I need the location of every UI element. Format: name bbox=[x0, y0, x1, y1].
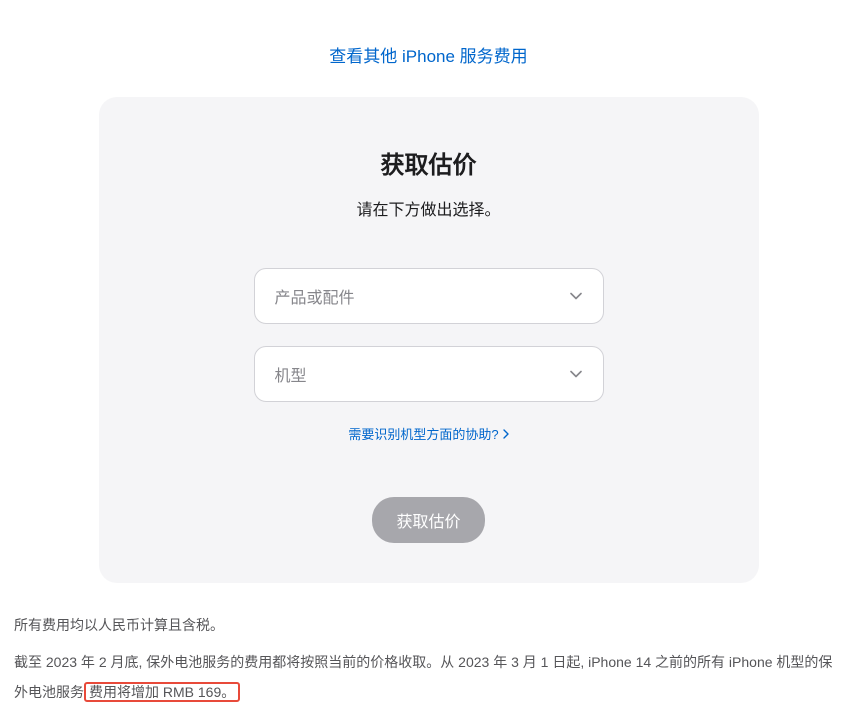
product-select[interactable]: 产品或配件 bbox=[254, 268, 604, 324]
estimate-card: 获取估价 请在下方做出选择。 产品或配件 机型 需要识别机型方面的协助? bbox=[99, 97, 759, 583]
disclaimer-line-2: 截至 2023 年 2 月底, 保外电池服务的费用都将按照当前的价格收取。从 2… bbox=[14, 648, 843, 707]
model-select-placeholder: 机型 bbox=[275, 362, 307, 386]
card-subtitle: 请在下方做出选择。 bbox=[139, 196, 719, 220]
disclaimer-section: 所有费用均以人民币计算且含税。 截至 2023 年 2 月底, 保外电池服务的费… bbox=[10, 611, 847, 707]
top-link-container: 查看其他 iPhone 服务费用 bbox=[10, 0, 847, 97]
card-title: 获取估价 bbox=[139, 145, 719, 180]
product-select-placeholder: 产品或配件 bbox=[275, 284, 355, 308]
price-increase-highlight: 费用将增加 RMB 169。 bbox=[84, 682, 240, 702]
chevron-down-icon bbox=[569, 289, 583, 303]
model-select[interactable]: 机型 bbox=[254, 346, 604, 402]
get-estimate-button[interactable]: 获取估价 bbox=[372, 497, 484, 543]
other-services-link[interactable]: 查看其他 iPhone 服务费用 bbox=[329, 47, 527, 66]
identify-model-help-link[interactable]: 需要识别机型方面的协助? bbox=[348, 424, 508, 443]
disclaimer-line-1: 所有费用均以人民币计算且含税。 bbox=[14, 611, 843, 640]
chevron-down-icon bbox=[569, 367, 583, 381]
model-select-wrapper: 机型 bbox=[254, 346, 604, 402]
chevron-right-icon bbox=[503, 429, 509, 439]
product-select-wrapper: 产品或配件 bbox=[254, 268, 604, 324]
help-link-label: 需要识别机型方面的协助? bbox=[348, 424, 498, 443]
